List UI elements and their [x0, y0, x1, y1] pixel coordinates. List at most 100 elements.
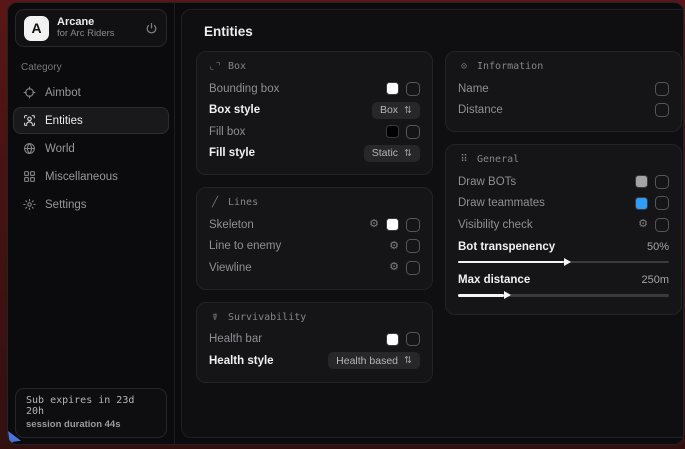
setting-label: Draw teammates [458, 197, 545, 209]
box-style-dropdown[interactable]: Box ⇅ [372, 102, 420, 119]
section-title: General [477, 154, 519, 165]
sidebar: A Arcane for Arc Riders Category Aimbot [8, 3, 175, 444]
color-swatch[interactable] [386, 333, 399, 346]
checkbox[interactable] [655, 196, 669, 210]
brand-title: Arcane [57, 16, 137, 29]
setting-row-fill-style: Fill style Static ⇅ [209, 143, 420, 165]
survivability-section: ☤ Survivability Health bar Health style [196, 302, 433, 383]
updown-arrows-icon: ⇅ [404, 148, 412, 159]
bot-transparency-slider[interactable] [458, 261, 669, 264]
slider-thumb[interactable] [504, 291, 511, 299]
grid-dots-icon: ⠿ [458, 154, 470, 165]
sidebar-item-label: Settings [45, 199, 87, 211]
color-swatch[interactable] [386, 125, 399, 138]
setting-row-bounding-box: Bounding box [209, 78, 420, 100]
general-section: ⠿ General Draw BOTs Draw teammates [445, 144, 682, 315]
session-duration-text: session duration 44s [26, 419, 156, 430]
color-swatch[interactable] [635, 197, 648, 210]
setting-row-distance: Distance [458, 100, 669, 122]
fill-style-dropdown[interactable]: Static ⇅ [364, 145, 420, 162]
setting-row-health-bar: Health bar [209, 329, 420, 351]
checkbox[interactable] [655, 175, 669, 189]
gear-icon[interactable]: ⚙ [369, 219, 379, 230]
dropdown-value: Box [380, 104, 398, 116]
globe-icon [22, 142, 36, 155]
power-icon[interactable] [145, 22, 158, 35]
sidebar-item-settings[interactable]: Settings [13, 191, 169, 218]
color-swatch[interactable] [635, 175, 648, 188]
checkbox[interactable] [406, 332, 420, 346]
setting-label: Box style [209, 104, 260, 116]
sidebar-item-label: World [45, 143, 75, 155]
slider-thumb[interactable] [564, 258, 571, 266]
setting-row-name: Name [458, 78, 669, 100]
checkbox[interactable] [406, 82, 420, 96]
brand-card: A Arcane for Arc Riders [15, 9, 167, 47]
health-icon: ☤ [209, 312, 221, 323]
sidebar-item-world[interactable]: World [13, 135, 169, 162]
checkbox[interactable] [406, 261, 420, 275]
checkbox[interactable] [655, 103, 669, 117]
misc-grid-icon [22, 170, 36, 183]
sidebar-item-label: Entities [45, 115, 83, 127]
brackets-icon: ⌞⌝ [209, 61, 221, 72]
entities-person-icon [22, 114, 36, 127]
sidebar-item-label: Miscellaneous [45, 171, 118, 183]
color-swatch[interactable] [386, 218, 399, 231]
checkbox[interactable] [406, 125, 420, 139]
dropdown-value: Health based [336, 355, 398, 367]
setting-row-bot-transparency: Bot transpenency 50% [458, 237, 669, 264]
main-panel: Entities ⌞⌝ Box Bounding box [181, 9, 684, 438]
checkbox[interactable] [406, 218, 420, 232]
setting-label: Draw BOTs [458, 176, 516, 188]
setting-label: Fill box [209, 126, 245, 138]
avatar: A [24, 16, 49, 41]
color-swatch[interactable] [386, 82, 399, 95]
setting-label: Name [458, 83, 489, 95]
setting-label: Distance [458, 104, 503, 116]
slider-value: 50% [647, 241, 669, 253]
sidebar-item-label: Aimbot [45, 87, 81, 99]
section-title: Box [228, 61, 246, 72]
setting-row-health-style: Health style Health based ⇅ [209, 350, 420, 372]
checkbox[interactable] [655, 218, 669, 232]
updown-arrows-icon: ⇅ [404, 105, 412, 116]
setting-row-fill-box: Fill box [209, 121, 420, 143]
brand-subtitle: for Arc Riders [57, 29, 137, 40]
setting-label: Line to enemy [209, 240, 281, 252]
sidebar-item-miscellaneous[interactable]: Miscellaneous [13, 163, 169, 190]
setting-label: Bot transpenency [458, 241, 555, 253]
setting-label: Bounding box [209, 83, 279, 95]
gear-icon[interactable]: ⚙ [389, 241, 399, 252]
health-style-dropdown[interactable]: Health based ⇅ [328, 352, 420, 369]
slider-value: 250m [641, 274, 669, 286]
setting-row-max-distance: Max distance 250m [458, 270, 669, 297]
crosshair-icon [22, 86, 36, 99]
max-distance-slider[interactable] [458, 294, 669, 297]
setting-row-draw-teammates: Draw teammates [458, 193, 669, 215]
sidebar-item-aimbot[interactable]: Aimbot [13, 79, 169, 106]
gear-icon[interactable]: ⚙ [389, 262, 399, 273]
lines-section: ╱ Lines Skeleton ⚙ Line to enemy [196, 187, 433, 290]
section-title: Lines [228, 197, 258, 208]
subscription-info-card: Sub expires in 23d 20h session duration … [15, 388, 167, 438]
section-title: Survivability [228, 312, 306, 323]
app-window: A Arcane for Arc Riders Category Aimbot [7, 2, 684, 445]
information-section: ⊙ Information Name Distance [445, 51, 682, 132]
updown-arrows-icon: ⇅ [404, 355, 412, 366]
checkbox[interactable] [406, 239, 420, 253]
checkbox[interactable] [655, 82, 669, 96]
gear-icon[interactable]: ⚙ [638, 219, 648, 230]
sidebar-item-entities[interactable]: Entities [13, 107, 169, 134]
setting-label: Visibility check [458, 219, 533, 231]
setting-label: Skeleton [209, 219, 254, 231]
pencil-line-icon: ╱ [209, 197, 221, 208]
info-icon: ⊙ [458, 61, 470, 72]
category-label: Category [21, 62, 174, 73]
setting-label: Health style [209, 355, 274, 367]
sub-expiry-text: Sub expires in 23d 20h [26, 395, 156, 417]
setting-label: Viewline [209, 262, 252, 274]
gear-icon [22, 198, 36, 211]
setting-row-visibility-check: Visibility check ⚙ [458, 214, 669, 236]
page-title: Entities [204, 24, 682, 39]
